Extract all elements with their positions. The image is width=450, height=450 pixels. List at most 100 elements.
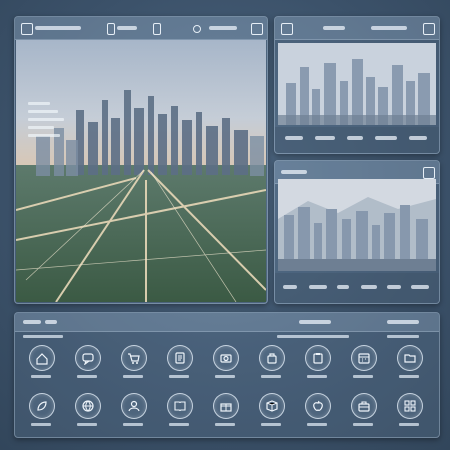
thumbnail-window-2[interactable] — [274, 160, 440, 304]
dock-item-label — [77, 375, 97, 378]
footer-text — [337, 285, 349, 289]
cart-icon-glyph — [128, 353, 140, 364]
footer-text — [347, 136, 363, 140]
dock-item-label — [307, 375, 327, 378]
city-aerial-image[interactable] — [15, 40, 267, 303]
calendar-icon[interactable] — [351, 345, 377, 371]
globe-icon[interactable] — [75, 393, 101, 419]
dock-subheader-text — [277, 335, 349, 338]
search-icon[interactable] — [193, 25, 201, 33]
thumbnail-2-footer — [275, 273, 439, 303]
document-icon-glyph — [175, 352, 185, 364]
camera-icon-glyph — [220, 354, 232, 363]
box-icon-glyph — [266, 400, 278, 412]
grid-icon[interactable] — [397, 393, 423, 419]
dock-item-label — [353, 423, 373, 426]
clipboard-icon-glyph — [313, 353, 323, 364]
home-icon-glyph — [36, 353, 48, 365]
dock-item-label — [169, 423, 189, 426]
menu-icon[interactable] — [423, 167, 435, 179]
dock-item-label — [123, 423, 143, 426]
overlay-label-line — [28, 126, 54, 129]
dock-header — [15, 313, 439, 332]
user-icon[interactable] — [121, 393, 147, 419]
footer-text — [387, 285, 401, 289]
overlay-label-line — [28, 110, 58, 113]
footer-text — [375, 136, 397, 140]
dock-header-text — [23, 320, 41, 324]
apple-icon-glyph — [313, 400, 323, 411]
bookmark-icon[interactable] — [153, 23, 161, 35]
briefcase-icon-glyph — [358, 401, 370, 412]
dock-header-text — [45, 320, 57, 324]
dock-header-text — [299, 320, 331, 324]
briefcase-icon[interactable] — [351, 393, 377, 419]
dock-item-label — [215, 423, 235, 426]
dock-item-label — [123, 375, 143, 378]
grid-icon-glyph — [404, 400, 416, 412]
globe-icon-glyph — [82, 400, 94, 412]
main-window-titlebar[interactable] — [15, 17, 267, 40]
title-bar-subtext — [371, 26, 407, 30]
user-icon-glyph — [128, 400, 140, 412]
calendar-icon-glyph — [358, 353, 370, 364]
dock-item-label — [261, 423, 281, 426]
dock-item-label — [31, 375, 51, 378]
dock-item-label — [399, 423, 419, 426]
overlay-label-line — [28, 102, 50, 105]
skyline-thumbnail-1[interactable] — [278, 43, 436, 125]
title-bar-text — [281, 170, 307, 174]
title-bar-text — [35, 26, 81, 30]
dock-item-label — [399, 375, 419, 378]
menu-icon[interactable] — [423, 23, 435, 35]
app-dock-panel — [14, 312, 440, 438]
book-icon-glyph — [174, 401, 186, 412]
gift-icon-glyph — [220, 403, 232, 412]
leaf-icon[interactable] — [29, 393, 55, 419]
window-icon[interactable] — [107, 23, 115, 35]
overlay-label-line — [28, 134, 60, 137]
footer-text — [309, 285, 327, 289]
clipboard-icon[interactable] — [305, 345, 331, 371]
app-icon — [281, 23, 293, 35]
city-illustration — [15, 40, 267, 303]
footer-text — [409, 136, 427, 140]
home-icon[interactable] — [29, 345, 55, 371]
bag-icon-glyph — [267, 353, 277, 364]
camera-icon[interactable] — [213, 345, 239, 371]
document-icon[interactable] — [167, 345, 193, 371]
dock-subheader-text — [23, 335, 63, 338]
book-icon[interactable] — [167, 393, 193, 419]
settings-icon[interactable] — [251, 23, 263, 35]
title-bar-text — [323, 26, 345, 30]
chat-icon[interactable] — [75, 345, 101, 371]
dock-header-text — [387, 320, 419, 324]
apple-icon[interactable] — [305, 393, 331, 419]
skyline-illustration-2 — [278, 179, 436, 271]
footer-text — [285, 136, 303, 140]
thumbnail-window-1[interactable] — [274, 16, 440, 154]
bag-icon[interactable] — [259, 345, 285, 371]
folder-icon[interactable] — [397, 345, 423, 371]
dock-item-label — [169, 375, 189, 378]
main-view-window[interactable] — [14, 16, 268, 304]
dock-subheader-text — [387, 335, 419, 338]
title-bar-subtext — [117, 26, 137, 30]
dock-item-label — [307, 423, 327, 426]
gift-icon[interactable] — [213, 393, 239, 419]
app-icon — [21, 23, 33, 35]
thumbnail-1-footer — [275, 127, 439, 153]
dock-item-label — [261, 375, 281, 378]
footer-text — [361, 285, 377, 289]
skyline-illustration-1 — [278, 43, 436, 125]
overlay-label-line — [28, 118, 64, 121]
footer-text — [283, 285, 297, 289]
thumbnail-1-titlebar[interactable] — [275, 17, 439, 40]
dock-item-label — [31, 423, 51, 426]
skyline-thumbnail-2[interactable] — [278, 179, 436, 271]
leaf-icon-glyph — [37, 401, 47, 411]
footer-text — [411, 285, 429, 289]
cart-icon[interactable] — [121, 345, 147, 371]
box-icon[interactable] — [259, 393, 285, 419]
dock-item-label — [353, 375, 373, 378]
